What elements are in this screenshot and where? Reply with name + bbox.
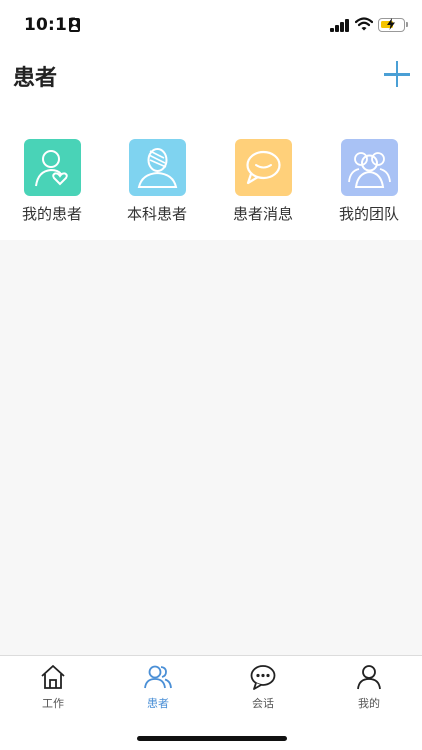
tab-patients[interactable]: 患者	[128, 662, 188, 712]
quick-link-patient-messages[interactable]: 患者消息	[213, 139, 313, 227]
team-icon	[341, 139, 398, 196]
quick-link-label: 本科患者	[126, 205, 187, 223]
user-heart-icon	[24, 139, 81, 196]
patient-list-area	[0, 240, 422, 655]
battery-charging-icon	[378, 18, 408, 32]
bandaged-patient-icon	[129, 139, 186, 196]
page-title: 患者	[13, 66, 58, 91]
person-badge-icon	[69, 18, 80, 32]
tab-label: 患者	[147, 697, 169, 710]
patients-icon	[144, 665, 172, 689]
quick-link-label: 我的团队	[338, 205, 399, 223]
page-header: 患者 我的患者 本科患者 患者消息 我的团队	[0, 50, 422, 240]
quick-link-label: 患者消息	[232, 205, 293, 223]
tab-label: 工作	[42, 697, 64, 710]
tab-conversations[interactable]: 会话	[233, 662, 293, 712]
chat-icon	[250, 665, 276, 690]
wifi-icon	[355, 17, 373, 31]
quick-link-my-patients[interactable]: 我的患者	[2, 139, 102, 227]
home-indicator	[137, 736, 287, 741]
tab-label: 我的	[358, 697, 380, 710]
tab-label: 会话	[252, 697, 274, 710]
add-button[interactable]	[382, 60, 412, 90]
home-icon	[41, 665, 65, 689]
chat-bubble-icon	[235, 139, 292, 196]
cellular-signal-icon	[330, 18, 350, 32]
quick-link-my-team[interactable]: 我的团队	[319, 139, 419, 227]
tab-mine[interactable]: 我的	[339, 662, 399, 712]
quick-link-label: 我的患者	[21, 205, 82, 223]
profile-icon	[357, 665, 381, 690]
status-bar: 10:11	[0, 0, 422, 50]
quick-link-department-patients[interactable]: 本科患者	[107, 139, 207, 227]
tab-work[interactable]: 工作	[23, 662, 83, 712]
quick-links: 我的患者 本科患者 患者消息 我的团队	[0, 139, 422, 229]
